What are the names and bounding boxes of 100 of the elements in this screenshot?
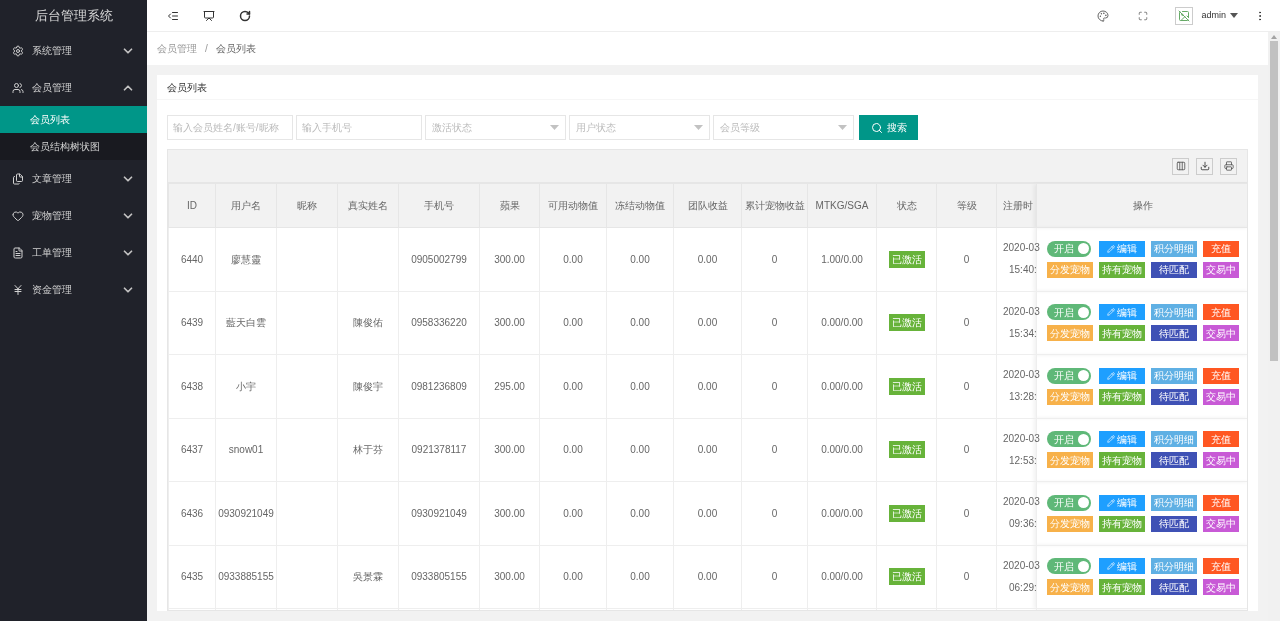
table-cell: 0.00/0.00 xyxy=(807,354,877,418)
caret-down-icon xyxy=(550,125,559,130)
action-button[interactable]: 充值 xyxy=(1203,558,1239,575)
scrollbar-thumb[interactable] xyxy=(1270,41,1278,361)
sidebar-item[interactable]: 文章管理 xyxy=(0,160,147,197)
action-button[interactable]: 交易中 xyxy=(1203,515,1239,532)
action-button[interactable]: 交易中 xyxy=(1203,388,1239,405)
table-cell: 300.00 xyxy=(479,418,540,482)
action-button[interactable]: 分发宠物 xyxy=(1047,452,1093,469)
action-button[interactable]: 积分明细 xyxy=(1151,367,1197,384)
sidebar-subitem[interactable]: 会员结构树状图 xyxy=(0,133,147,160)
action-button[interactable]: 积分明细 xyxy=(1151,431,1197,448)
select-field[interactable]: 用户状态 xyxy=(569,115,710,140)
action-button[interactable]: 积分明细 xyxy=(1151,240,1197,257)
table-cell: 0933805155 xyxy=(398,545,480,609)
column-header: 累计宠物收益 xyxy=(741,183,808,228)
table-cell: 0 xyxy=(741,418,808,482)
action-button[interactable]: 积分明细 xyxy=(1151,304,1197,321)
action-button[interactable]: 待匹配 xyxy=(1151,261,1197,278)
action-button[interactable]: 充值 xyxy=(1203,367,1239,384)
registration-time: 13:28: xyxy=(1008,390,1036,405)
sidebar-subitem[interactable]: 会员列表 xyxy=(0,106,147,133)
action-button[interactable]: 待匹配 xyxy=(1151,325,1197,342)
action-button[interactable]: 积分明细 xyxy=(1151,558,1197,575)
sidebar-item[interactable]: 会员管理 xyxy=(0,69,147,106)
table-cell: 0.00 xyxy=(539,354,607,418)
screen-icon[interactable] xyxy=(203,9,215,22)
action-button[interactable]: 持有宠物 xyxy=(1099,325,1145,342)
toggle-switch[interactable]: 开启 xyxy=(1047,304,1091,321)
file-icon xyxy=(12,246,24,259)
action-button[interactable]: 编辑 xyxy=(1099,431,1145,448)
action-button[interactable]: 编辑 xyxy=(1099,240,1145,257)
breadcrumb-link[interactable]: 会员列表 xyxy=(215,41,256,56)
toggle-switch[interactable]: 开启 xyxy=(1047,558,1091,575)
select-field[interactable]: 激活状态 xyxy=(425,115,566,140)
table-cell: 0933885155 xyxy=(215,545,277,609)
action-button[interactable]: 持有宠物 xyxy=(1099,388,1145,405)
breadcrumb-link[interactable]: 会员管理 xyxy=(157,41,197,56)
table-cell: 0 xyxy=(741,354,808,418)
action-button[interactable]: 待匹配 xyxy=(1151,388,1197,405)
print-button[interactable] xyxy=(1220,157,1237,175)
status-badge: 已激活 xyxy=(888,568,925,586)
action-button[interactable]: 充值 xyxy=(1203,304,1239,321)
table-cell: 0.00 xyxy=(606,545,674,609)
action-button[interactable]: 分发宠物 xyxy=(1047,515,1093,532)
sidebar-item[interactable]: 系统管理 xyxy=(0,32,147,69)
action-button[interactable]: 待匹配 xyxy=(1151,579,1197,596)
status-badge: 已激活 xyxy=(888,250,925,268)
action-button[interactable]: 充值 xyxy=(1203,240,1239,257)
action-button[interactable]: 待匹配 xyxy=(1151,452,1197,469)
toggle-switch[interactable]: 开启 xyxy=(1047,494,1091,511)
search-button[interactable]: 搜索 xyxy=(859,115,918,140)
toggle-switch[interactable]: 开启 xyxy=(1047,240,1091,257)
table-cell: 0.00 xyxy=(539,291,607,355)
action-button[interactable]: 交易中 xyxy=(1203,452,1239,469)
column-header: 操作 xyxy=(1036,183,1247,228)
action-button[interactable]: 持有宠物 xyxy=(1099,261,1145,278)
column-header: 手机号 xyxy=(398,183,480,228)
sidebar-item[interactable]: 宠物管理 xyxy=(0,197,147,234)
sidebar-item[interactable]: 资金管理 xyxy=(0,271,147,308)
table-cell: 6435 xyxy=(168,545,216,609)
action-button[interactable]: 编辑 xyxy=(1099,558,1145,575)
action-button[interactable]: 积分明细 xyxy=(1151,494,1197,511)
action-button[interactable]: 交易中 xyxy=(1203,579,1239,596)
action-button[interactable]: 持有宠物 xyxy=(1099,579,1145,596)
action-button[interactable]: 编辑 xyxy=(1099,304,1145,321)
action-button[interactable]: 编辑 xyxy=(1099,494,1145,511)
collapse-menu-icon[interactable] xyxy=(167,9,179,22)
input-field[interactable]: 输入手机号 xyxy=(296,115,422,140)
toggle-switch[interactable]: 开启 xyxy=(1047,431,1091,448)
pencil-icon xyxy=(1107,244,1115,253)
action-button[interactable]: 分发宠物 xyxy=(1047,579,1093,596)
action-button[interactable]: 分发宠物 xyxy=(1047,325,1093,342)
table-cell: 0921378117 xyxy=(398,418,480,482)
action-button[interactable]: 充值 xyxy=(1203,431,1239,448)
caret-down-icon xyxy=(838,125,847,130)
sidebar-item[interactable]: 工单管理 xyxy=(0,234,147,271)
palette-icon[interactable] xyxy=(1097,9,1110,22)
columns-button[interactable] xyxy=(1172,157,1189,175)
column-header: 注册时 xyxy=(996,183,1037,228)
action-button[interactable]: 交易中 xyxy=(1203,261,1239,278)
gear-icon xyxy=(12,44,24,57)
scroll-up-arrow-icon[interactable] xyxy=(1271,35,1277,39)
action-button[interactable]: 编辑 xyxy=(1099,367,1145,384)
action-button[interactable]: 持有宠物 xyxy=(1099,452,1145,469)
table-cell: 0.00 xyxy=(606,227,674,291)
user-name[interactable]: admin xyxy=(1201,8,1226,23)
action-button[interactable]: 交易中 xyxy=(1203,325,1239,342)
refresh-icon[interactable] xyxy=(239,9,251,22)
fullscreen-icon[interactable] xyxy=(1138,10,1149,21)
column-header: 真实姓名 xyxy=(337,183,399,228)
action-button[interactable]: 待匹配 xyxy=(1151,515,1197,532)
action-button[interactable]: 持有宠物 xyxy=(1099,515,1145,532)
select-field[interactable]: 会员等级 xyxy=(713,115,854,140)
avatar[interactable] xyxy=(1175,6,1194,25)
toggle-switch[interactable]: 开启 xyxy=(1047,367,1091,384)
action-button[interactable]: 分发宠物 xyxy=(1047,388,1093,405)
action-button[interactable]: 分发宠物 xyxy=(1047,261,1093,278)
export-button[interactable] xyxy=(1196,157,1213,175)
action-button[interactable]: 充值 xyxy=(1203,494,1239,511)
